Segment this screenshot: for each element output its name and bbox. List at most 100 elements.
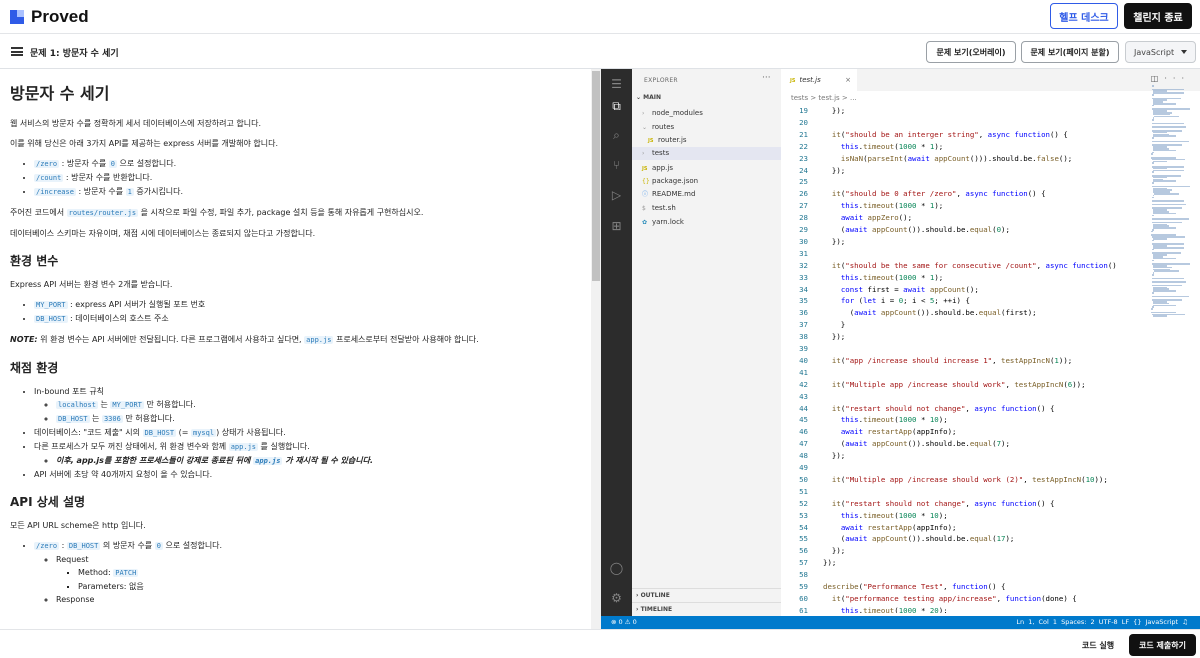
minimap-line <box>1152 203 1187 206</box>
run-code-button[interactable]: 코드 실행 <box>1073 634 1123 656</box>
breadcrumb[interactable]: tests > test.js > ... <box>791 94 857 102</box>
minimap-line <box>1152 126 1187 128</box>
tree-file-readme[interactable]: ⓘ README.md <box>642 188 695 201</box>
code-line: it("Multiple app /increase should work (… <box>831 474 1108 484</box>
editor-status-info[interactable]: Ln 1, Col 1 Spaces: 2 UTF-8 LF {} JavaSc… <box>1016 616 1188 629</box>
tree-file-router-js[interactable]: JS router.js <box>648 134 687 147</box>
minimap-line <box>1153 103 1176 105</box>
submit-code-button[interactable]: 코드 제출하기 <box>1129 634 1196 656</box>
list-item: DB_HOST 는 3306 만 허용합니다. <box>56 412 585 426</box>
view-problem-overlay-button[interactable]: 문제 보기(오버레이) <box>926 41 1016 63</box>
minimap-line <box>1152 85 1154 87</box>
api-detail-list: /zero : DB_HOST 의 방문자 수를 0 으로 설정합니다. Req… <box>10 539 585 606</box>
tree-label: app.js <box>652 164 673 172</box>
tree-folder-node-modules[interactable]: › node_modules <box>642 107 703 120</box>
code-line: for (let i = 0; i < 5; ++i) { <box>840 296 970 306</box>
tree-label: package.json <box>652 177 699 185</box>
minimap-line <box>1152 218 1190 220</box>
code-line: it("should be 0 after /zero", async func… <box>831 189 1046 199</box>
code-line: describe("Performance Test", function() … <box>823 582 1006 591</box>
description-scrollbar[interactable] <box>591 69 601 629</box>
minimap-line <box>1153 149 1177 152</box>
timeline-section[interactable]: › TIMELINE <box>632 602 781 615</box>
tree-file-package-json[interactable]: {} package.json <box>642 175 698 188</box>
minimap-line <box>1153 238 1168 240</box>
list-item: localhost 는 MY_PORT 만 허용합니다. <box>56 398 585 412</box>
inline-code: routes/router.js <box>66 209 139 217</box>
bottom-bar: 코드 실행 코드 제출하기 <box>0 629 1200 658</box>
language-select[interactable]: JavaScript <box>1125 41 1196 63</box>
text: : 데이터베이스의 호스트 주소 <box>67 314 169 323</box>
tree-folder-tests[interactable]: › tests <box>642 147 669 160</box>
inline-code: DB_HOST <box>142 429 177 437</box>
editor-tab-test-js[interactable]: JS test.js × <box>781 69 857 91</box>
text: : 방문자 수를 <box>75 187 126 196</box>
code-line: await appZero(); <box>840 213 913 223</box>
chevron-right-icon: › <box>642 150 645 157</box>
close-icon[interactable]: × <box>845 69 851 91</box>
line-number: 22 <box>799 141 808 151</box>
tree-file-test-sh[interactable]: $ test.sh <box>642 202 676 215</box>
split-editor-icon[interactable]: ◫ <box>1151 74 1165 83</box>
line-number: 36 <box>799 308 808 318</box>
end-challenge-button[interactable]: 챌린지 종료 <box>1124 3 1192 29</box>
scrollbar-thumb[interactable] <box>592 71 600 281</box>
line-number: 46 <box>799 427 808 437</box>
search-icon[interactable]: ⌕ <box>609 128 624 143</box>
code-line: it("performance testing app/increase", f… <box>831 593 1077 603</box>
section-heading-api: API 상세 설명 <box>10 495 86 509</box>
problems-status[interactable]: ⊗ 0 ⚠ 0 <box>611 616 637 629</box>
code-content[interactable]: 19 }); 20 21 it("should be an interger str… <box>781 105 1141 613</box>
inline-code: 1 <box>125 188 134 196</box>
more-actions-icon[interactable]: ··· <box>762 73 771 83</box>
minimap-line <box>1152 292 1154 294</box>
more-actions-icon[interactable]: ··· <box>1164 74 1190 83</box>
hamburger-menu-icon[interactable] <box>11 47 23 56</box>
minimap-line <box>1153 315 1168 317</box>
view-problem-split-button[interactable]: 문제 보기(페이지 분할) <box>1021 41 1119 63</box>
line-number: 40 <box>799 355 808 365</box>
gear-icon[interactable]: ⚙ <box>609 591 624 606</box>
list-item: 다른 프로세스가 모두 꺼진 상태에서, 위 환경 변수와 함께 app.js … <box>34 440 585 468</box>
inline-code: /count <box>34 174 64 182</box>
tree-file-yarn-lock[interactable]: ✿ yarn.lock <box>642 216 684 229</box>
minimap-line <box>1152 171 1154 173</box>
tree-folder-routes[interactable]: ⌄ routes <box>642 121 674 134</box>
line-number: 52 <box>799 498 808 508</box>
paragraph: 데이터베이스 스키마는 자유이며, 채점 시에 데이터베이스는 종료되지 않는다… <box>10 229 316 238</box>
text: 프로세스로부터 전달받아 사용해야 합니다. <box>333 335 479 344</box>
account-icon[interactable]: ◯ <box>609 561 624 576</box>
extensions-icon[interactable]: ⊞ <box>609 219 624 234</box>
line-number: 23 <box>799 153 808 163</box>
chevron-down-icon <box>1181 50 1187 54</box>
minimap[interactable] <box>1151 85 1199 317</box>
list-item: Response <box>56 593 585 606</box>
inline-code: 0 <box>108 160 117 168</box>
logo-text: Proved <box>31 7 89 26</box>
minimap-line <box>1152 94 1154 96</box>
run-debug-icon[interactable]: ▷ <box>609 188 624 203</box>
line-number: 26 <box>799 189 808 199</box>
menu-icon[interactable]: ☰ <box>609 77 624 92</box>
status-bar: ⊗ 0 ⚠ 0 Ln 1, Col 1 Spaces: 2 UTF-8 LF {… <box>601 616 1200 629</box>
line-number: 30 <box>799 236 808 246</box>
explorer-section-main[interactable]: ⌄ MAIN <box>636 94 661 101</box>
tree-label: tests <box>652 149 670 157</box>
source-control-icon[interactable]: ⑂ <box>609 158 624 173</box>
problem-heading: 방문자 수 세기 <box>10 84 110 103</box>
help-desk-button[interactable]: 헬프 데스크 <box>1050 3 1118 29</box>
tree-file-app-js[interactable]: JS app.js <box>642 162 673 175</box>
line-number: 28 <box>799 213 808 223</box>
files-icon[interactable]: ⧉ <box>609 99 624 114</box>
code-line: }); <box>823 332 846 342</box>
code-line: }); <box>823 451 846 461</box>
minimap-line <box>1152 140 1190 143</box>
text: : <box>59 541 67 550</box>
code-line: it("restart should not change", async fu… <box>831 403 1055 413</box>
api-list: /zero : 방문자 수를 0 으로 설정합니다. /count : 방문자 … <box>10 157 585 199</box>
list-item: /zero : DB_HOST 의 방문자 수를 0 으로 설정합니다. Req… <box>34 539 585 606</box>
text: 위 환경 변수는 API 서버에만 전달됩니다. 다른 프로그램에서 사용하고 … <box>37 335 305 344</box>
outline-section[interactable]: › OUTLINE <box>632 588 781 601</box>
text: 증가시킵니다. <box>133 187 184 196</box>
code-line: this.timeout(1000 * 1); <box>840 141 944 151</box>
